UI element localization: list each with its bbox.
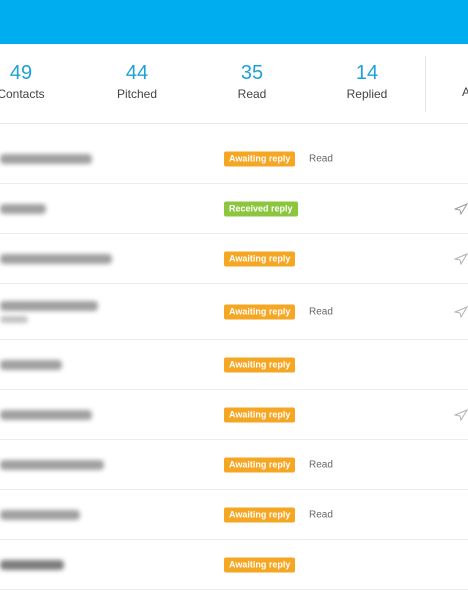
table-row[interactable]: Awaiting reply (0, 234, 468, 284)
stat-value: 14 (355, 62, 379, 84)
status-badge: Received reply (224, 201, 298, 216)
stat-label-cutoff: A (462, 85, 468, 99)
stat-value: 35 (240, 62, 264, 84)
status-badge: Awaiting reply (224, 457, 296, 472)
read-indicator: Read (309, 306, 333, 317)
status-badge: Awaiting reply (224, 507, 296, 522)
paper-plane-icon[interactable] (454, 202, 468, 215)
table-row[interactable]: Awaiting reply (0, 390, 468, 440)
paper-plane-icon[interactable] (454, 305, 468, 318)
read-indicator: Read (309, 509, 333, 520)
table-row[interactable]: Awaiting reply (0, 540, 468, 590)
stat-read[interactable]: 35 Read (207, 62, 297, 101)
status-badge: Awaiting reply (224, 407, 296, 422)
contact-name-blurred (0, 203, 46, 214)
table-row[interactable]: Awaiting reply (0, 340, 468, 390)
contact-name-blurred (0, 300, 98, 323)
read-indicator: Read (309, 459, 333, 470)
contact-name-blurred (0, 509, 80, 520)
contact-name-blurred (0, 459, 104, 470)
table-row[interactable]: Awaiting reply Read (0, 134, 468, 184)
contact-name-blurred (0, 359, 62, 370)
stat-pitched[interactable]: 44 Pitched (92, 62, 182, 101)
stat-value: 49 (9, 62, 33, 84)
status-badge: Awaiting reply (224, 304, 296, 319)
table-row[interactable]: Received reply (0, 184, 468, 234)
paper-plane-icon[interactable] (454, 408, 468, 421)
contact-name-blurred (0, 559, 64, 570)
status-badge: Awaiting reply (224, 151, 296, 166)
contact-name-blurred (0, 153, 92, 164)
stat-contacts[interactable]: 49 Contacts (0, 62, 66, 101)
top-header-bar (0, 0, 468, 44)
status-badge: Awaiting reply (224, 557, 296, 572)
stat-label: Read (237, 87, 267, 101)
status-badge: Awaiting reply (224, 357, 296, 372)
contact-name-blurred (0, 409, 92, 420)
stat-label: Replied (346, 87, 388, 101)
stat-label: Contacts (0, 87, 45, 101)
status-badge: Awaiting reply (224, 251, 296, 266)
stat-value: 44 (125, 62, 149, 84)
read-indicator: Read (309, 153, 333, 164)
paper-plane-icon[interactable] (454, 252, 468, 265)
stats-bar: 49 Contacts 44 Pitched 35 Read 14 Replie… (0, 44, 468, 124)
contact-name-blurred (0, 253, 112, 264)
table-row[interactable]: Awaiting reply Read (0, 490, 468, 540)
contact-list: Awaiting reply Read Received reply Await… (0, 134, 468, 590)
table-row[interactable]: Awaiting reply Read (0, 284, 468, 340)
table-row[interactable]: Awaiting reply Read (0, 440, 468, 490)
stat-replied[interactable]: 14 Replied (322, 62, 412, 101)
stats-divider (425, 56, 426, 112)
stat-label: Pitched (116, 87, 158, 101)
